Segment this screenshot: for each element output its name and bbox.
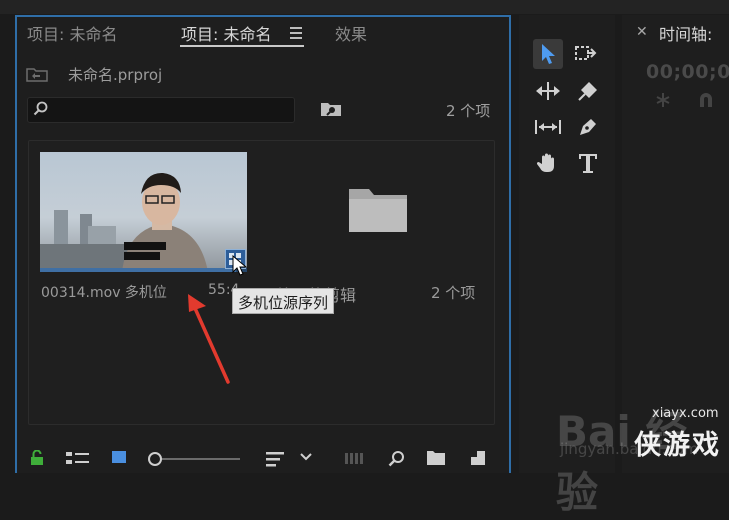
- magnet-icon[interactable]: [698, 92, 714, 108]
- item-count: 2 个项: [446, 102, 491, 120]
- zoom-slider-track[interactable]: [156, 458, 240, 460]
- clip-progress-bar: [40, 268, 236, 272]
- project-file-name: 未命名.prproj: [68, 66, 163, 84]
- annotation-arrow: [188, 294, 230, 384]
- watermark-brand: 侠游戏: [634, 430, 721, 461]
- search-input[interactable]: [27, 97, 295, 123]
- tab-effects[interactable]: 效果: [335, 21, 367, 45]
- timecode[interactable]: 00;00;00: [646, 61, 729, 83]
- bin-item-count: 2 个项: [431, 284, 476, 302]
- selection-tool-icon[interactable]: [533, 39, 563, 69]
- close-icon[interactable]: ✕: [636, 24, 648, 40]
- tab-project-2[interactable]: 项目: 未命名: [181, 21, 271, 45]
- icon-view-icon[interactable]: [111, 450, 127, 466]
- slip-icon[interactable]: [533, 112, 563, 142]
- new-item-icon[interactable]: [470, 450, 486, 466]
- hand-icon[interactable]: [533, 148, 563, 178]
- lock-icon[interactable]: [30, 450, 44, 466]
- automate-to-sequence-icon[interactable]: [344, 450, 368, 466]
- pen-icon[interactable]: [573, 112, 603, 142]
- panel-menu-icon[interactable]: [290, 27, 302, 42]
- top-bar: [0, 0, 729, 14]
- bin-folder-icon[interactable]: [348, 187, 408, 233]
- type-icon[interactable]: [573, 148, 603, 178]
- snap-icon[interactable]: [654, 92, 672, 108]
- razor-icon[interactable]: [573, 76, 603, 106]
- project-file-icon: [26, 68, 48, 82]
- clip-name: 00314.mov 多机位: [41, 285, 167, 301]
- mouse-cursor-icon: [232, 255, 248, 276]
- search-icon: [33, 101, 48, 116]
- active-tab-indicator: [180, 45, 304, 47]
- track-select-forward-icon[interactable]: [571, 39, 601, 69]
- new-search-bin-icon[interactable]: [320, 100, 342, 118]
- watermark-url: xiayx.com: [652, 406, 719, 421]
- new-bin-icon[interactable]: [426, 450, 446, 466]
- tooltip: 多机位源序列: [232, 288, 335, 314]
- list-view-icon[interactable]: [66, 450, 90, 466]
- sort-icon[interactable]: [266, 450, 286, 468]
- find-icon[interactable]: [388, 450, 406, 468]
- zoom-slider-knob[interactable]: [148, 452, 162, 466]
- timeline-title[interactable]: 时间轴:: [659, 21, 712, 45]
- chevron-down-icon[interactable]: [300, 450, 312, 464]
- video-frame-image: [40, 172, 208, 272]
- tab-project-1[interactable]: 项目: 未命名: [27, 21, 117, 45]
- clip-thumbnail[interactable]: [40, 152, 247, 272]
- ripple-edit-icon[interactable]: [533, 76, 563, 106]
